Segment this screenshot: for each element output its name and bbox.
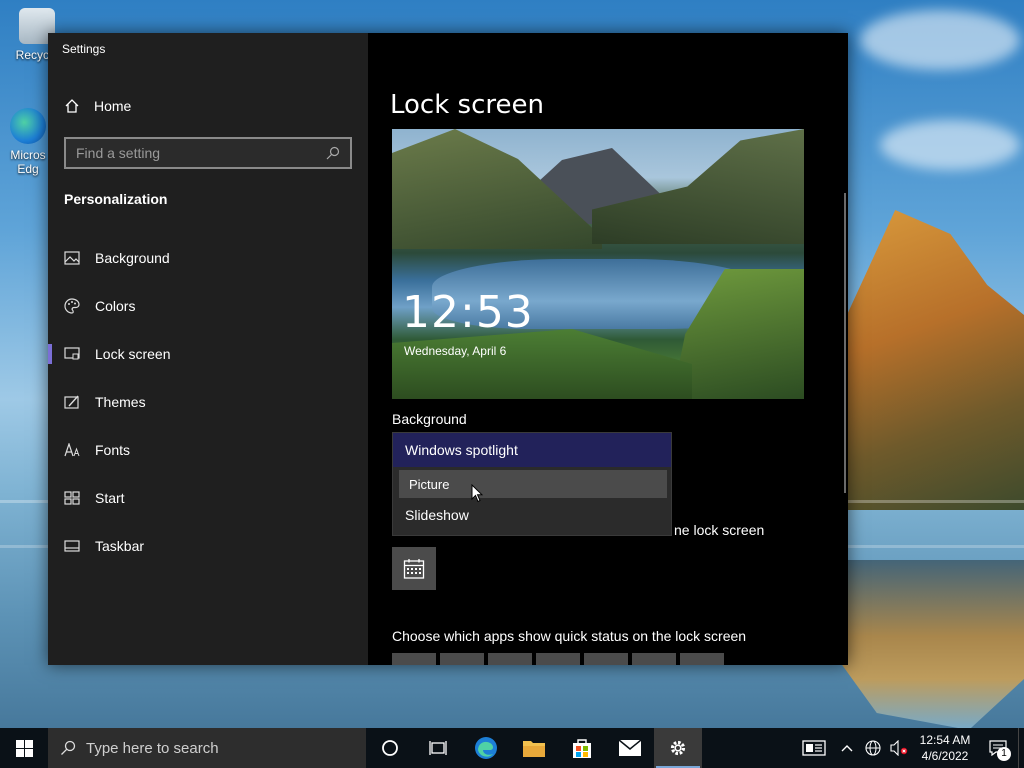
taskbar: Type here to search 12:54 AM 4/6/2022 1: [0, 728, 1024, 768]
sidebar-item-label: Themes: [95, 394, 146, 410]
clock-date: 4/6/2022: [921, 749, 969, 763]
taskbar-search-box[interactable]: Type here to search: [48, 728, 366, 768]
search-placeholder: Find a setting: [76, 145, 161, 161]
system-tray: 12:54 AM 4/6/2022 1: [794, 728, 1024, 768]
page-title: Lock screen: [390, 90, 544, 120]
content-scrollbar[interactable]: [844, 193, 846, 493]
calendar-icon: [403, 558, 425, 579]
quick-status-tiles: [392, 653, 724, 665]
home-label: Home: [94, 98, 132, 114]
folder-icon: [523, 741, 545, 757]
search-icon: [326, 146, 340, 160]
cloud: [880, 120, 1020, 170]
sidebar: Home Find a setting Personalization Back…: [48, 33, 368, 665]
quick-status-tile[interactable]: [440, 653, 484, 665]
sidebar-item-lock-screen[interactable]: Lock screen: [48, 334, 368, 374]
cortana-button[interactable]: [366, 728, 414, 768]
show-desktop-button[interactable]: [1018, 728, 1024, 768]
clock-time: 12:54 AM: [919, 733, 971, 747]
edge-taskbar-button[interactable]: [462, 728, 510, 768]
gear-icon: [670, 740, 686, 756]
quick-status-tile[interactable]: [536, 653, 580, 665]
quick-status-tile[interactable]: [584, 653, 628, 665]
mouse-cursor-icon: [471, 484, 483, 503]
quick-status-tile[interactable]: [680, 653, 724, 665]
store-button[interactable]: [558, 728, 606, 768]
search-icon: [61, 740, 76, 755]
picture-icon: [48, 251, 95, 265]
dropdown-option-picture[interactable]: Picture: [399, 470, 667, 498]
quick-status-label: Choose which apps show quick status on t…: [392, 628, 747, 644]
sidebar-item-themes[interactable]: Themes: [48, 382, 368, 422]
preview-time: 12:53: [402, 287, 534, 338]
quick-status-tile[interactable]: [632, 653, 676, 665]
edge-icon: [475, 737, 497, 759]
preview-date: Wednesday, April 6: [404, 344, 507, 358]
chevron-up-icon: [841, 745, 853, 752]
themes-icon: [48, 395, 95, 409]
background-dropdown-list[interactable]: Windows spotlight Picture Slideshow: [392, 432, 672, 536]
sidebar-item-colors[interactable]: Colors: [48, 286, 368, 326]
news-button[interactable]: [794, 728, 834, 768]
sidebar-item-label: Fonts: [95, 442, 131, 458]
sidebar-item-label: Start: [95, 490, 125, 506]
start-icon: [48, 491, 95, 505]
sidebar-item-label: Colors: [95, 298, 136, 314]
sidebar-item-background[interactable]: Background: [48, 238, 368, 278]
quick-status-tile[interactable]: [488, 653, 532, 665]
volume-muted-icon: [890, 740, 908, 756]
lock-screen-icon: [48, 347, 95, 361]
sidebar-item-label: Taskbar: [95, 538, 145, 554]
palette-icon: [48, 298, 95, 314]
home-nav[interactable]: Home: [64, 93, 131, 119]
quick-status-tile[interactable]: [392, 653, 436, 665]
network-button[interactable]: [860, 728, 886, 768]
store-icon: [573, 739, 591, 758]
desktop-cliff: [840, 210, 1024, 510]
calendar-app-button[interactable]: [392, 547, 436, 590]
desktop-icon-label: Micros Edg: [10, 148, 46, 176]
content-pane: Lock screen 12:53 Wednesday, April 6 Bac…: [368, 33, 848, 665]
settings-window: Home Find a setting Personalization Back…: [48, 33, 848, 665]
window-title: Settings: [62, 42, 106, 56]
desktop-reflection: [840, 560, 1024, 730]
sidebar-item-start[interactable]: Start: [48, 478, 368, 518]
taskbar-search-placeholder: Type here to search: [86, 739, 219, 757]
notification-badge: 1: [997, 747, 1011, 761]
preview-hill: [392, 329, 692, 399]
sidebar-item-label: Lock screen: [95, 346, 171, 362]
mail-button[interactable]: [606, 728, 654, 768]
file-explorer-button[interactable]: [510, 728, 558, 768]
news-icon: [802, 740, 826, 756]
sidebar-item-fonts[interactable]: Fonts: [48, 430, 368, 470]
find-setting-input[interactable]: Find a setting: [64, 137, 352, 169]
settings-taskbar-button[interactable]: [654, 728, 702, 768]
cortana-icon: [382, 740, 398, 756]
sidebar-item-taskbar[interactable]: Taskbar: [48, 526, 368, 566]
edge-icon: [10, 108, 46, 144]
dropdown-option-windows-spotlight[interactable]: Windows spotlight: [393, 433, 671, 467]
volume-button[interactable]: [886, 728, 912, 768]
globe-icon: [865, 740, 881, 756]
task-view-icon: [429, 741, 447, 755]
background-label: Background: [392, 411, 467, 427]
cloud: [860, 10, 1020, 70]
dropdown-option-slideshow[interactable]: Slideshow: [393, 499, 671, 531]
task-view-button[interactable]: [414, 728, 462, 768]
mail-icon: [618, 739, 642, 756]
action-center-button[interactable]: 1: [978, 728, 1018, 768]
windows-logo-icon: [15, 739, 33, 757]
home-icon: [65, 99, 79, 113]
fonts-icon: [48, 443, 95, 457]
sidebar-item-label: Background: [95, 250, 170, 266]
taskbar-icon: [48, 540, 95, 552]
partial-setting-text: ne lock screen: [674, 522, 765, 538]
start-button[interactable]: [0, 728, 48, 768]
show-hidden-icons-button[interactable]: [834, 728, 860, 768]
taskbar-clock[interactable]: 12:54 AM 4/6/2022: [912, 732, 978, 764]
section-label: Personalization: [64, 191, 168, 207]
lock-screen-preview: 12:53 Wednesday, April 6: [392, 129, 804, 399]
